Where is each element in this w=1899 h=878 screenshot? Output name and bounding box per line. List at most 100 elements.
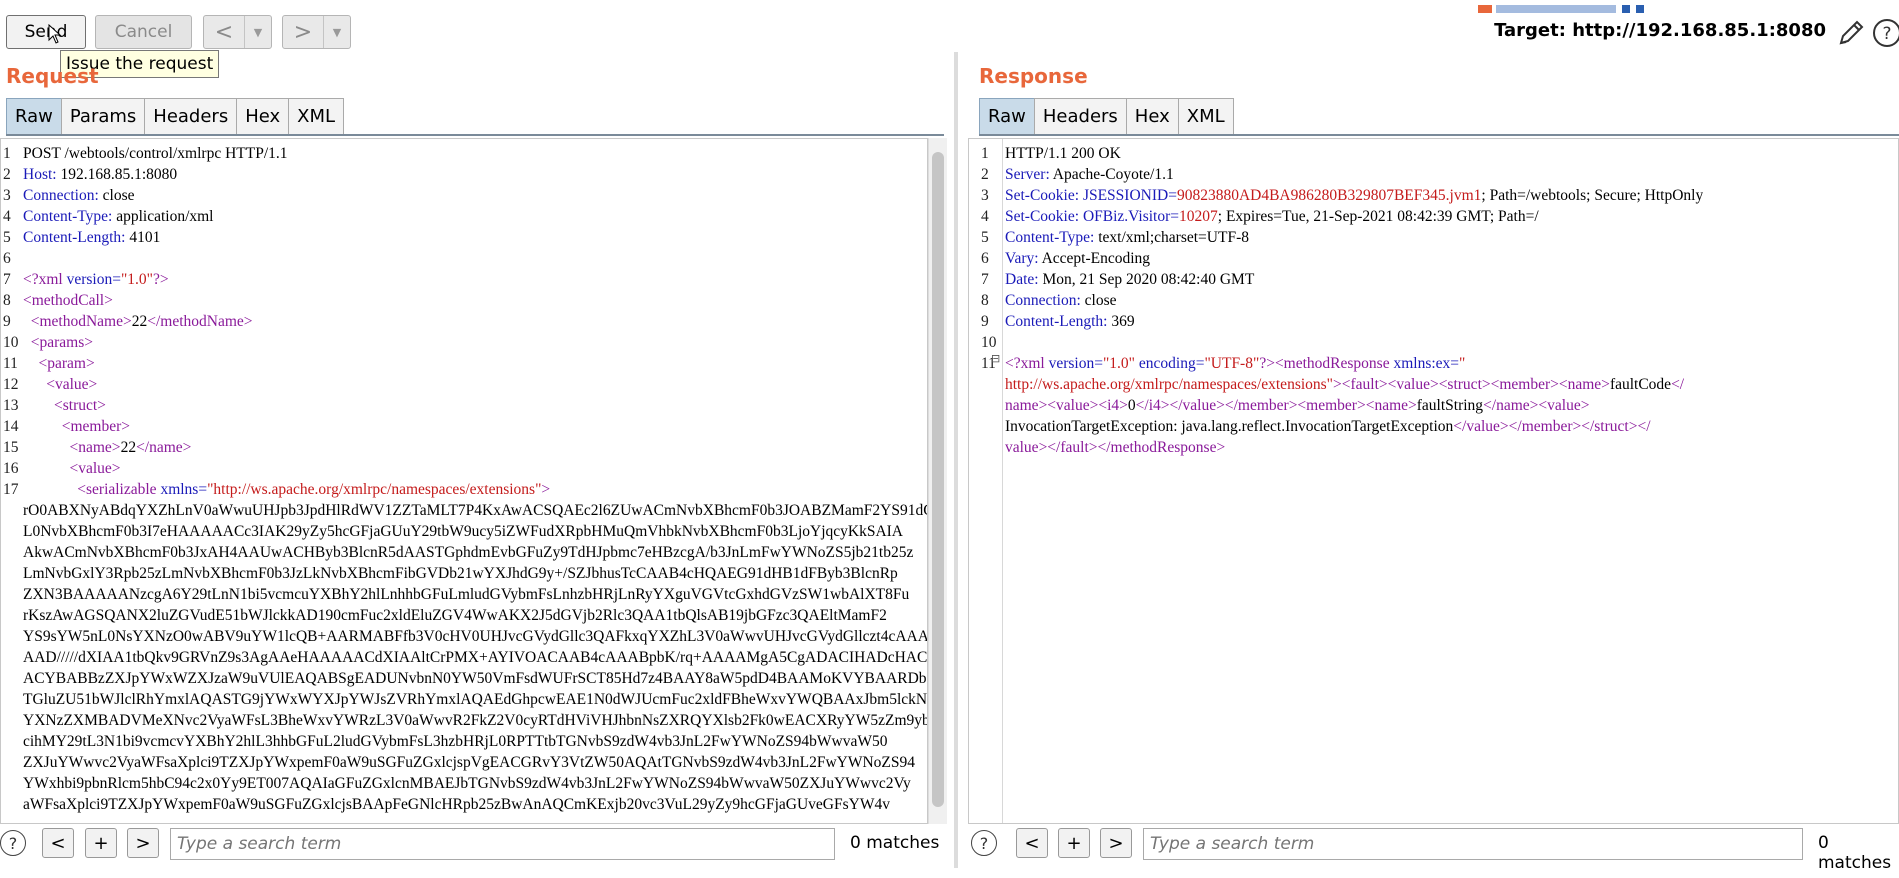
back-arrow-icon[interactable]: < [204,16,244,48]
base64-line: cihMY29tL3N1bi9vcmcvYXBhY2hlL3hhbGFuL2lu… [23,733,888,750]
request-line: Content-Type: application/xml [23,208,214,225]
search-next-button[interactable]: > [127,828,159,858]
response-line: Connection: close [1005,292,1117,309]
request-editor[interactable]: 1 2 3 4 5 6 7 8 9 10 11 12 13 14 15 16 17 POST /webtools… [0,138,928,824]
tab-raw[interactable]: Raw [6,98,62,134]
request-line: <value> [69,460,121,477]
scrollbar-thumb[interactable] [932,152,944,807]
base64-line: YXNzZXMBADVMeXNvc2VyaWFsL3BheWxvYWRzL3V0… [23,712,928,729]
request-line [23,248,927,269]
help-icon[interactable]: ? [971,830,997,856]
base64-line: ZXJuYWwvc2VyaWFsaXplci9TZXJpYWxpemF0aW9u… [23,754,916,771]
response-line [1005,332,1703,353]
send-button[interactable]: Send [6,15,86,49]
forward-nav-split[interactable]: > ▼ [282,15,351,49]
request-line: <methodName>22</methodName> [30,313,253,330]
tab-xml[interactable]: XML [288,98,345,134]
response-line: http://ws.apache.org/xmlrpc/namespaces/e… [1005,376,1685,393]
cancel-button[interactable]: Cancel [95,15,192,49]
tab-headers[interactable]: Headers [1033,98,1127,134]
edit-target-icon[interactable] [1836,18,1866,53]
tab-hex[interactable]: Hex [1125,98,1179,134]
response-match-count: 0 matches [1818,833,1892,873]
request-tabs: Raw Params Headers Hex XML [6,98,345,134]
search-next-button[interactable]: > [1100,828,1132,858]
response-line: HTTP/1.1 200 OK [1005,145,1121,162]
response-line: Vary: Accept-Encoding [1005,250,1151,267]
request-line: <params> [30,334,93,351]
line-numbers: 1 2 3 4 5 6 7 8 9 10 11 [981,145,997,372]
request-line: Host: 192.168.85.1:8080 [23,166,178,183]
response-line: <?xml version="1.0" encoding="UTF-8"?><m… [1005,355,1466,372]
response-line: Set-Cookie: JSESSIONID=90823880AD4BA9862… [1005,187,1704,204]
base64-line: L0NvbXBhcmF0b3I7eHAAAAACc3IAK29yZy5hcGFj… [23,523,903,540]
chevron-down-icon[interactable]: ▼ [244,16,271,48]
line-numbers: 1 2 3 4 5 6 7 8 9 10 11 12 13 14 15 16 17 [3,145,19,498]
search-prev-button[interactable]: < [42,828,74,858]
response-line: Content-Type: text/xml;charset=UTF-8 [1005,229,1249,246]
request-line: <?xml version="1.0"?> [23,271,169,288]
fold-toggle-icon[interactable]: ⊟ [991,352,1000,365]
request-line: <value> [46,376,98,393]
base64-line: TGluZU51bWJlclRhYmxlAQASTG9jYWxWYXJpYWJs… [23,691,928,708]
forward-arrow-icon[interactable]: > [283,16,323,48]
base64-line: LmNvbGxlY3Rpb25zLmNvbXBhcmF0b3JzLkNvbXBh… [23,565,898,582]
tab-params[interactable]: Params [60,98,146,134]
base64-line: aWFsaXplci9TZXJpYWxpemF0aW9uSGFuZGxlcjsB… [23,796,890,813]
response-line: name><value><i4>0</i4></value></member><… [1005,397,1590,414]
system-tray-icons [1478,0,1678,20]
response-search-input[interactable] [1143,828,1803,860]
target-label: Target: http://192.168.85.1:8080 [1494,20,1826,41]
tab-underline [6,134,944,136]
response-title: Response [979,64,1088,88]
mouse-cursor-icon [48,23,62,49]
tab-underline [979,134,1899,136]
search-add-button[interactable]: + [85,828,117,858]
status-bar [0,868,1899,878]
base64-line: ZXN3BAAAAANzcgA6Y29tLnN1bi5vcmcuYXBhY2hl… [23,586,910,603]
base64-line: YWxhbi9pbnRlcm5hbC94c2x0Yy9ET007AQAIaGFu… [23,775,911,792]
response-line: Content-Length: 369 [1005,313,1135,330]
panel-divider[interactable] [954,52,958,878]
request-line: <methodCall> [23,292,113,309]
base64-line: rO0ABXNyABdqYXZhLnV0aWwuUHJpb3JpdHlRdWV1… [23,502,928,519]
response-search-bar: ? [971,826,997,860]
help-icon[interactable]: ? [0,830,26,856]
request-text: POST /webtools/control/xmlrpc HTTP/1.1 H… [23,143,928,815]
response-line: Set-Cookie: OFBiz.Visitor=10207; Expires… [1005,208,1539,225]
tab-hex[interactable]: Hex [236,98,290,134]
tab-xml[interactable]: XML [1177,98,1234,134]
base64-line: AkwACmNvbXBhcmF0b3JxAH4AAUwACHByb3BlcnR5… [23,544,914,561]
base64-line: YS9sYW5nL0NsYXNzO0wABV9uYW1lcQB+AARMABFf… [23,628,928,645]
response-text: HTTP/1.1 200 OK Server: Apache-Coyote/1.… [1005,143,1703,458]
request-search-bar: ? [0,826,26,860]
response-tabs: Raw Headers Hex XML [979,98,1234,134]
base64-line: AAD/////dXIAA1tbQkv9GRVnZ9s3AgAAeHAAAAAC… [23,649,928,666]
request-scrollbar[interactable] [928,138,947,824]
response-line: value></fault></methodResponse> [1005,439,1226,456]
response-editor[interactable]: 1 2 3 4 5 6 7 8 9 10 11 ⊟ HTTP/1.1 200 OK Server: … [968,138,1899,824]
svg-text:?: ? [1882,24,1891,44]
request-line: <name>22</name> [69,439,192,456]
request-line: Connection: close [23,187,135,204]
request-line: POST /webtools/control/xmlrpc HTTP/1.1 [23,145,288,162]
request-line: <serializable xmlns="http://ws.apache.or… [77,481,551,498]
chevron-down-icon[interactable]: ▼ [323,16,350,48]
request-match-count: 0 matches [850,833,940,853]
help-icon[interactable]: ? [1872,18,1899,53]
response-line: InvocationTargetException: java.lang.ref… [1005,418,1651,435]
base64-line: rKszAwAGSQANX2luZGVudE51bWJlckkAD190cmFu… [23,607,887,624]
tab-headers[interactable]: Headers [144,98,238,134]
response-line: Server: Apache-Coyote/1.1 [1005,166,1174,183]
search-prev-button[interactable]: < [1016,828,1048,858]
request-line: Content-Length: 4101 [23,229,161,246]
request-search-input[interactable] [170,828,835,860]
request-line: <struct> [54,397,106,414]
request-title: Request [6,64,99,88]
back-nav-split[interactable]: < ▼ [203,15,272,49]
search-add-button[interactable]: + [1058,828,1090,858]
request-line: <member> [61,418,131,435]
tab-raw[interactable]: Raw [979,98,1035,134]
response-line: Date: Mon, 21 Sep 2020 08:42:40 GMT [1005,271,1255,288]
gutter-line [1002,139,1003,823]
